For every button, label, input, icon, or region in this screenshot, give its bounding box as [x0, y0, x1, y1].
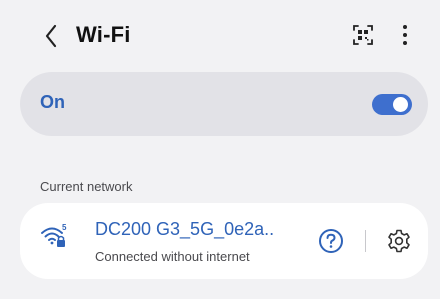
top-bar: Wi-Fi: [0, 0, 440, 72]
switch-knob: [393, 97, 408, 112]
band-badge: 5: [62, 223, 67, 232]
more-vert-icon-dot: [403, 33, 407, 37]
chevron-left-icon: [45, 24, 57, 48]
gear-icon: [388, 229, 410, 253]
help-button[interactable]: [318, 228, 344, 254]
wifi-toggle-row[interactable]: On: [20, 72, 428, 136]
network-name: DC200 G3_5G_0e2a..: [95, 219, 275, 239]
section-header-current-network: Current network: [40, 179, 133, 194]
more-vert-icon-dot: [403, 41, 407, 45]
current-network-item[interactable]: 5 DC200 G3_5G_0e2a.. Connected without i…: [20, 203, 428, 279]
qr-code-scan-icon: [353, 25, 373, 45]
wifi-signal-icon: 5: [40, 221, 70, 251]
network-status: Connected without internet: [95, 249, 250, 264]
back-button[interactable]: [38, 22, 64, 50]
more-options-button[interactable]: [398, 22, 412, 48]
more-vert-icon-dot: [403, 25, 407, 29]
wifi-switch[interactable]: [372, 94, 412, 115]
wifi-state-label: On: [40, 92, 65, 112]
network-settings-button[interactable]: [386, 228, 412, 254]
qr-scan-button[interactable]: [352, 24, 374, 46]
help-circle-icon: [319, 229, 343, 253]
divider: [365, 230, 366, 252]
page-title: Wi-Fi: [76, 22, 131, 47]
